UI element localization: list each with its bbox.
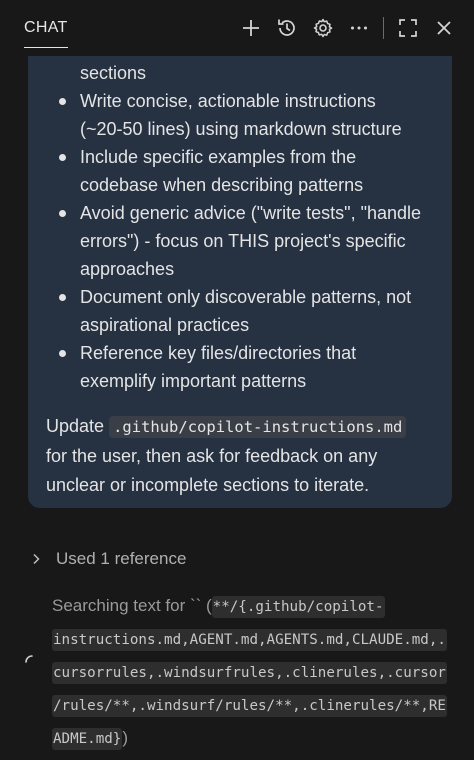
list-item-line: errors") - focus on THIS project's speci… (80, 231, 406, 251)
list-item-line: approaches (80, 259, 175, 279)
list-item: sections (80, 59, 440, 87)
gear-icon (313, 18, 333, 38)
search-progress-text: Searching text for `` (**/{.github/copil… (52, 590, 462, 755)
chat-toolbar (233, 10, 462, 46)
list-item-line: Write concise, actionable instructions (80, 91, 376, 111)
search-pattern: cursorrules,.windsurfrules,.clinerules,.… (52, 662, 447, 684)
toolbar-divider (383, 17, 384, 39)
list-item: Reference key files/directories that exe… (59, 339, 440, 395)
bullet-icon (59, 350, 66, 357)
tab-chat[interactable]: CHAT (24, 0, 68, 56)
update-prefix: Update (46, 416, 105, 436)
references-toggle[interactable]: Used 1 reference (28, 545, 186, 573)
bullet-icon (59, 210, 66, 217)
search-pattern: ADME.md} (52, 728, 123, 750)
bullet-icon (59, 294, 66, 301)
history-icon (278, 19, 295, 36)
bullet-icon (59, 154, 66, 161)
maximize-button[interactable] (390, 10, 426, 46)
search-pattern: instructions.md,AGENT.md,AGENTS.md,CLAUD… (52, 629, 447, 651)
references-label: Used 1 reference (56, 549, 187, 568)
update-paragraph: Update .github/copilot-instructions.md f… (46, 412, 442, 500)
search-suffix: ) (122, 728, 129, 747)
list-item-line: (~20-50 lines) using markdown structure (80, 119, 402, 139)
list-item-line: aspirational practices (80, 315, 250, 335)
list-item: Write concise, actionable instructions (… (59, 87, 440, 143)
list-item: Avoid generic advice ("write tests", "ha… (59, 199, 440, 283)
history-button[interactable] (269, 10, 305, 46)
assistant-message-bubble: sections Write concise, actionable instr… (28, 20, 452, 508)
list-item-line: codebase when describing patterns (80, 175, 364, 195)
chat-header: CHAT (0, 0, 474, 56)
more-actions-button[interactable] (341, 10, 377, 46)
maximize-icon (399, 19, 417, 37)
plus-icon (243, 20, 259, 36)
search-prefix: Searching text for `` ( (52, 596, 212, 615)
close-icon (437, 21, 451, 35)
list-item-line: Avoid generic advice ("write tests", "ha… (80, 203, 422, 223)
list-item-line: Document only discoverable patterns, not (80, 287, 412, 307)
new-chat-button[interactable] (233, 10, 269, 46)
chevron-right-icon (33, 553, 40, 565)
list-item: Document only discoverable patterns, not… (59, 283, 440, 339)
list-item-line: exemplify important patterns (80, 371, 307, 391)
list-item-line: Reference key files/directories that (80, 343, 357, 363)
bullet-icon (59, 98, 66, 105)
search-pattern: **/{.github/copilot- (211, 596, 385, 618)
close-button[interactable] (426, 10, 462, 46)
update-line: for the user, then ask for feedback on a… (46, 446, 378, 466)
list-item: Include specific examples from the codeb… (59, 143, 440, 199)
list-item-line: Include specific examples from the (80, 147, 357, 167)
file-path-code[interactable]: .github/copilot-instructions.md (109, 416, 407, 438)
update-line: unclear or incomplete sections to iterat… (46, 475, 370, 495)
search-pattern: /rules/**,.windsurf/rules/**,.clinerules… (52, 695, 447, 717)
settings-button[interactable] (305, 10, 341, 46)
ellipsis-icon (351, 26, 367, 30)
loading-spinner-icon (25, 655, 33, 663)
list-item-line: sections (80, 63, 147, 83)
